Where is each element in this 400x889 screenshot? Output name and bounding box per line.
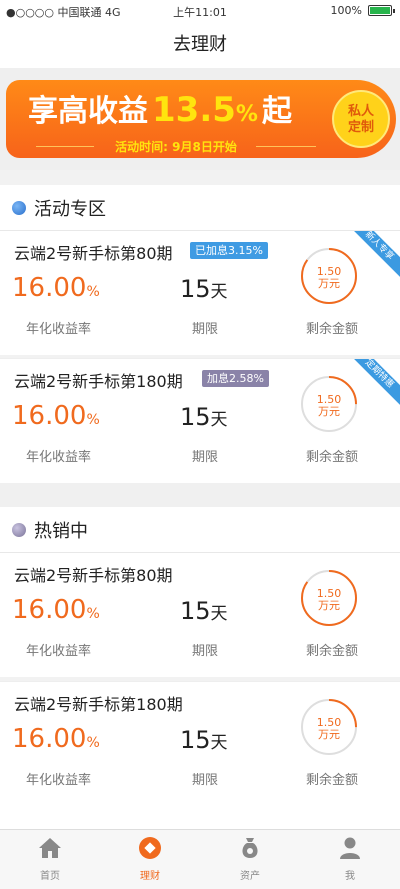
tab-bar: 首页 理财 资产 我	[0, 829, 400, 889]
remaining-amount-label: 剩余金额	[306, 644, 359, 659]
term-value: 15天	[180, 597, 228, 625]
remaining-amount: 1.50 万元	[316, 716, 342, 741]
tab-label: 首页	[40, 871, 60, 882]
term-label: 期限	[192, 322, 219, 337]
headline-prefix: 享高收益	[28, 94, 148, 129]
remaining-amount: 1.50 万元	[316, 393, 342, 418]
banner-area: 享高收益 13.5% 起 活动时间: 9月8日开始 私人 定制	[0, 68, 400, 170]
annual-rate-label: 年化收益率	[26, 644, 92, 659]
term-label: 期限	[192, 450, 219, 465]
section-gap	[0, 483, 400, 507]
rate-boost-tag: 加息2.58%	[202, 370, 269, 387]
section-title: 热销中	[34, 521, 88, 542]
nav-bar: 去理财	[0, 22, 400, 68]
remaining-amount-label: 剩余金额	[306, 773, 359, 788]
user-icon	[340, 837, 360, 859]
annual-rate-label: 年化收益率	[26, 322, 92, 337]
bottom-spacer	[0, 806, 400, 829]
term-value: 15天	[180, 403, 228, 431]
term-value: 15天	[180, 726, 228, 754]
remaining-amount-label: 剩余金额	[306, 322, 359, 337]
banner-headline: 享高收益 13.5% 起	[28, 86, 292, 132]
headline-rate: 13.5	[152, 90, 236, 130]
promo-banner[interactable]: 享高收益 13.5% 起 活动时间: 9月8日开始 私人 定制	[6, 80, 396, 158]
tab-home[interactable]: 首页	[0, 830, 100, 889]
tab-finance[interactable]: 理财	[100, 830, 200, 889]
annual-rate: 16.00%	[12, 595, 100, 625]
private-custom-badge[interactable]: 私人 定制	[332, 90, 390, 148]
annual-rate: 16.00%	[12, 273, 100, 303]
subtitle-line-right	[256, 146, 316, 147]
tab-label: 理财	[140, 871, 160, 882]
product-card[interactable]: 新人专享 云端2号新手标第80期 已加息3.15% 16.00% 年化收益率 1…	[0, 231, 400, 355]
money-bag-icon	[242, 838, 258, 858]
product-card[interactable]: 云端2号新手标第80期 16.00% 年化收益率 15天 期限 1.50 万元 剩…	[0, 553, 400, 677]
section-header-activity: 活动专区	[0, 185, 400, 231]
tab-label: 我	[345, 871, 355, 882]
remaining-amount: 1.50 万元	[316, 265, 342, 290]
rate-boost-tag: 已加息3.15%	[190, 242, 268, 259]
tab-label: 资产	[240, 871, 260, 882]
section-title: 活动专区	[34, 199, 106, 220]
finance-icon	[139, 837, 161, 859]
annual-rate: 16.00%	[12, 401, 100, 431]
headline-suffix: 起	[261, 94, 292, 129]
product-card[interactable]: 云端2号新手标第180期 16.00% 年化收益率 15天 期限 1.50 万元 …	[0, 682, 400, 806]
product-name: 云端2号新手标第80期	[14, 244, 173, 263]
status-bar: ●○○○○ 中国联通 4G 上午11:01 100%	[0, 0, 400, 22]
section-dot-icon	[12, 523, 26, 537]
term-label: 期限	[192, 773, 219, 788]
section-dot-icon	[12, 201, 26, 215]
product-name: 云端2号新手标第180期	[14, 372, 183, 391]
product-card[interactable]: 定期特惠 云端2号新手标第180期 加息2.58% 16.00% 年化收益率 1…	[0, 359, 400, 483]
headline-percent: %	[235, 102, 258, 127]
badge-line2: 定制	[347, 120, 374, 135]
tab-me[interactable]: 我	[300, 830, 400, 889]
battery-icon	[368, 5, 395, 16]
term-label: 期限	[192, 644, 219, 659]
page-title: 去理财	[173, 34, 227, 55]
product-name: 云端2号新手标第80期	[14, 566, 173, 585]
annual-rate-label: 年化收益率	[26, 450, 92, 465]
section-header-hot: 热销中	[0, 507, 400, 553]
remaining-amount: 1.50 万元	[316, 587, 342, 612]
home-icon	[39, 838, 61, 858]
tab-assets[interactable]: 资产	[200, 830, 300, 889]
annual-rate-label: 年化收益率	[26, 773, 92, 788]
badge-line1: 私人	[347, 104, 374, 119]
annual-rate: 16.00%	[12, 724, 100, 754]
remaining-amount-label: 剩余金额	[306, 450, 359, 465]
product-name: 云端2号新手标第180期	[14, 695, 183, 714]
battery-percent: 100%	[330, 4, 362, 17]
term-value: 15天	[180, 275, 228, 303]
